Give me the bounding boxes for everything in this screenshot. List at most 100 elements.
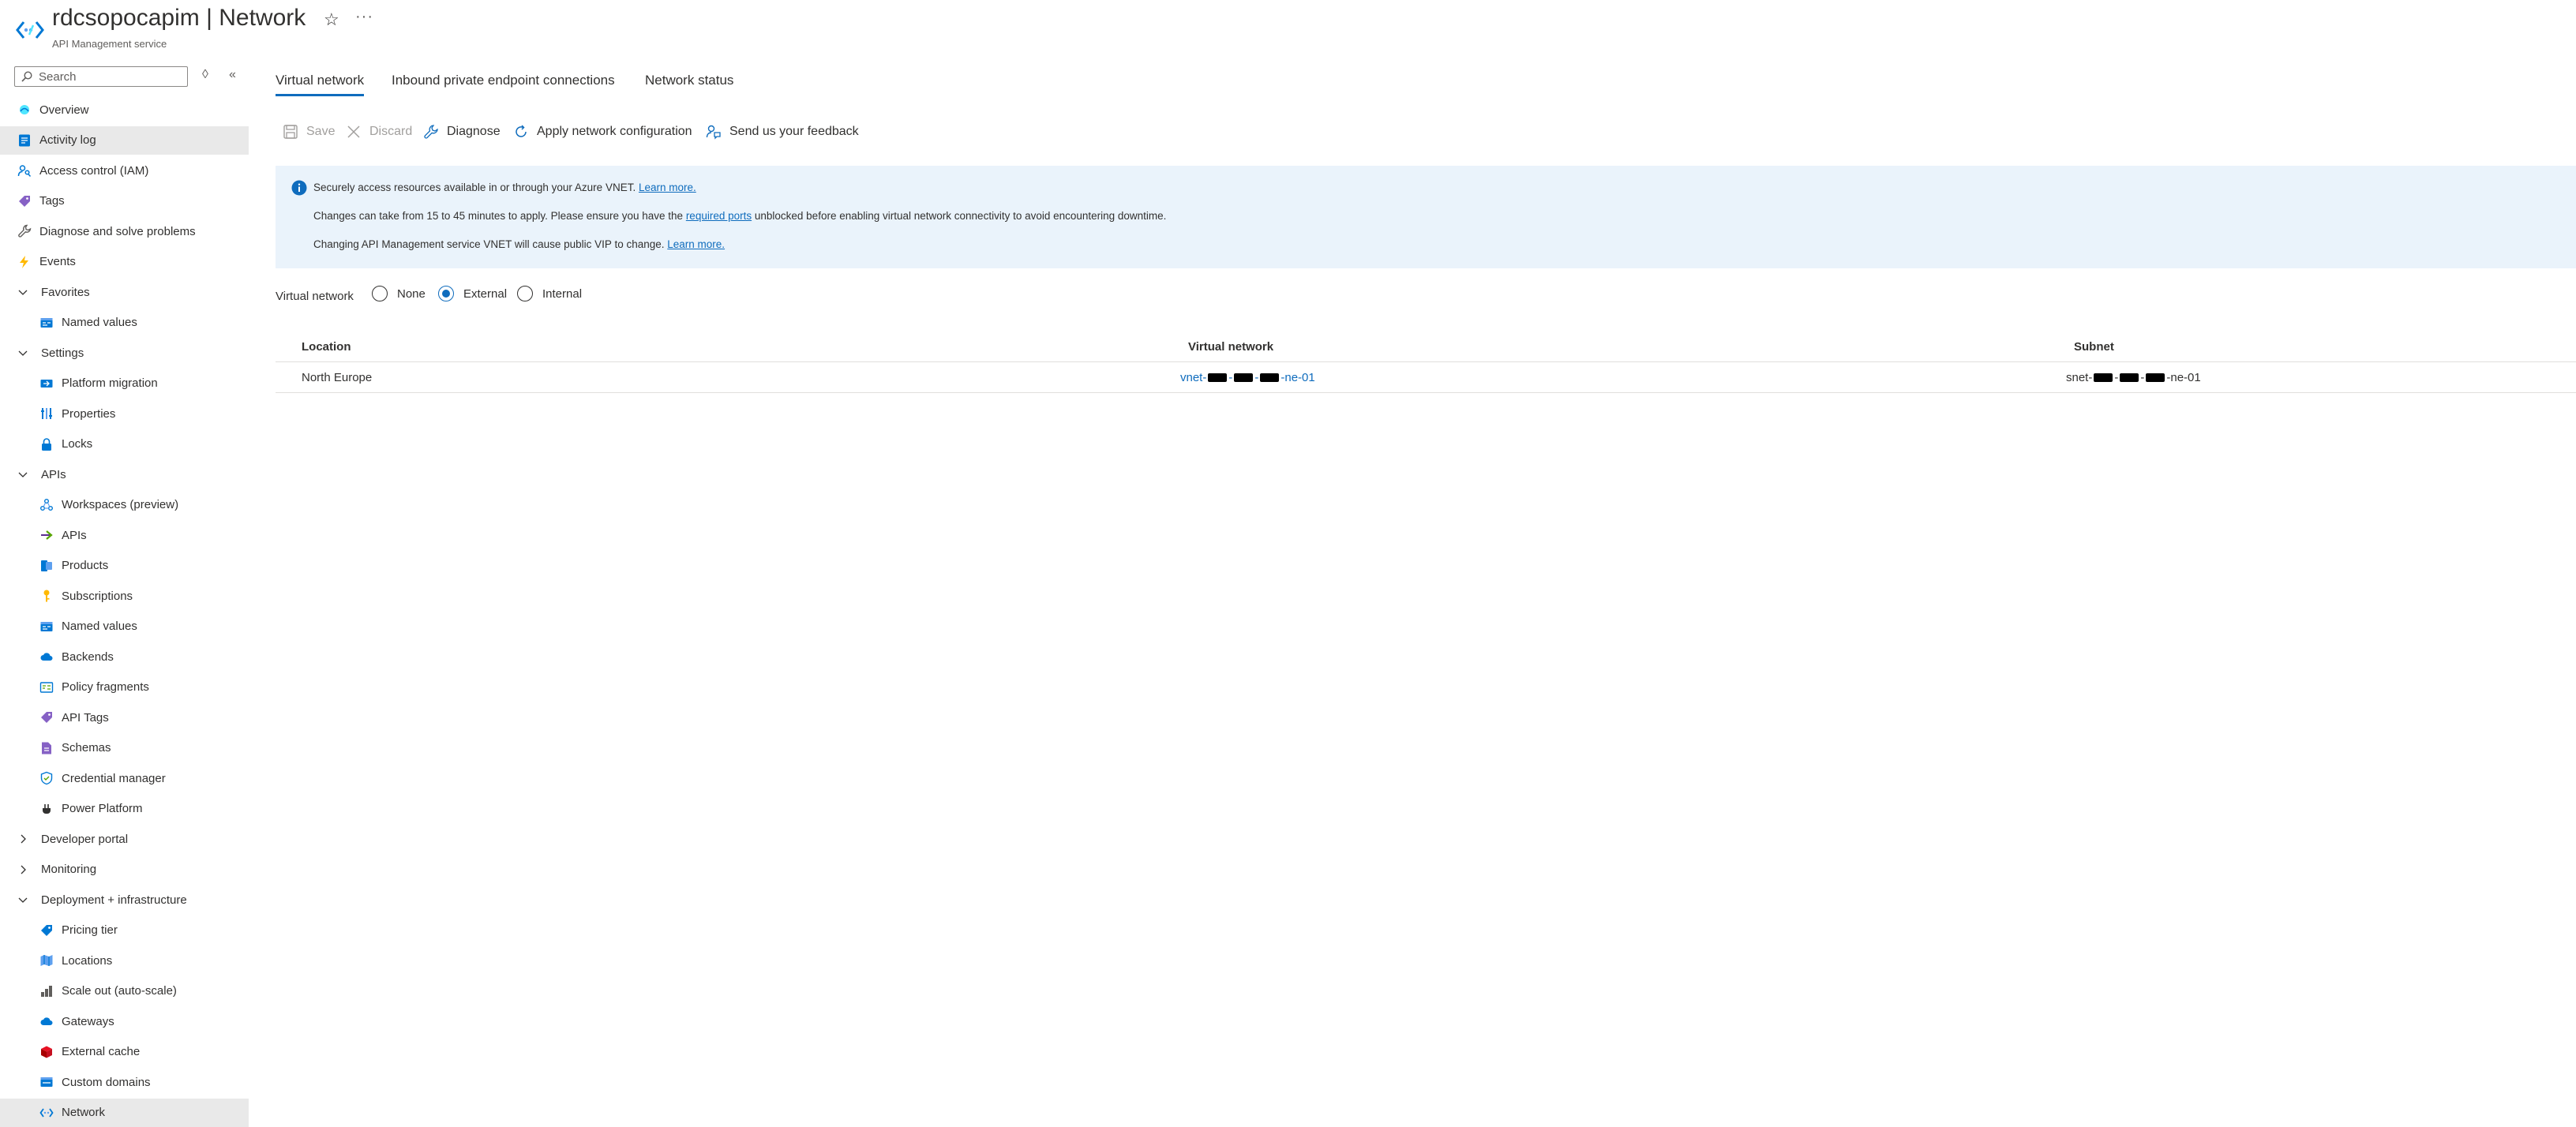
chevron-down-icon[interactable] xyxy=(17,347,28,358)
learn-more-link[interactable]: Learn more. xyxy=(639,182,696,193)
tab-inbound-private-endpoint-connections[interactable]: Inbound private endpoint connections xyxy=(392,73,615,96)
cloud-icon xyxy=(39,1014,54,1028)
sidebar-group-settings[interactable]: Settings xyxy=(0,339,249,367)
radio-none-circle[interactable] xyxy=(372,286,388,301)
scale-icon xyxy=(39,984,54,998)
chevron-right-icon[interactable] xyxy=(17,864,28,875)
sidebar-item-platform-migration[interactable]: Platform migration xyxy=(0,369,249,398)
send-feedback-button[interactable]: Send us your feedback xyxy=(706,120,859,144)
required-ports-link[interactable]: required ports xyxy=(686,210,752,222)
radio-external[interactable]: External xyxy=(438,286,507,301)
products-icon xyxy=(39,559,54,573)
radio-none[interactable]: None xyxy=(372,286,426,301)
overview-icon xyxy=(17,103,32,117)
key-icon xyxy=(39,589,54,603)
sidebar-item-custom-domains[interactable]: Custom domains xyxy=(0,1068,249,1096)
named-values-icon xyxy=(39,316,54,330)
sidebar-item-label: API Tags xyxy=(62,710,109,724)
map-icon xyxy=(39,953,54,968)
redacted-block xyxy=(1260,373,1280,382)
sidebar-item-locks[interactable]: Locks xyxy=(0,430,249,459)
sidebar-item-label: Events xyxy=(39,255,76,268)
sidebar-item-pricing-tier[interactable]: Pricing tier xyxy=(0,916,249,945)
sidebar-item-products[interactable]: Products xyxy=(0,552,249,580)
sidebar-item-named-values[interactable]: Named values xyxy=(0,309,249,337)
favorite-star-icon[interactable]: ☆ xyxy=(324,9,339,30)
sidebar-group-deployment-infrastructure[interactable]: Deployment + infrastructure xyxy=(0,886,249,914)
diagnose-button[interactable]: Diagnose xyxy=(423,120,501,144)
cloud-icon xyxy=(39,650,54,664)
collapse-sidebar-icon[interactable]: « xyxy=(229,68,236,82)
info-line-vnet-access: Securely access resources available in o… xyxy=(313,182,696,193)
sidebar-item-activity-log[interactable]: Activity log xyxy=(0,125,249,155)
sidebar-item-events[interactable]: Events xyxy=(0,248,249,276)
sidebar-item-apis[interactable]: APIs xyxy=(0,521,249,549)
sidebar-item-credential-manager[interactable]: Credential manager xyxy=(0,764,249,792)
sidebar-item-label: Policy fragments xyxy=(62,680,149,694)
expand-collapse-icon[interactable]: ◊ xyxy=(202,68,208,82)
sidebar-item-backends[interactable]: Backends xyxy=(0,642,249,671)
radio-external-circle[interactable] xyxy=(438,286,454,301)
sidebar-group-apis[interactable]: APIs xyxy=(0,460,249,489)
sidebar-item-label: Favorites xyxy=(41,285,90,299)
platform-migration-icon xyxy=(39,376,54,391)
network-table: Location Virtual network Subnet North Eu… xyxy=(276,331,2576,393)
learn-more-link-vip[interactable]: Learn more. xyxy=(667,238,725,250)
chevron-down-icon[interactable] xyxy=(17,894,28,905)
radio-internal-circle[interactable] xyxy=(517,286,533,301)
sidebar-item-tags[interactable]: Tags xyxy=(0,187,249,215)
chevron-down-icon[interactable] xyxy=(17,469,28,480)
sidebar-item-overview[interactable]: Overview xyxy=(0,95,249,124)
sidebar-item-external-cache[interactable]: External cache xyxy=(0,1038,249,1066)
feedback-icon xyxy=(706,125,721,140)
sidebar-item-properties[interactable]: Properties xyxy=(0,399,249,428)
tag-icon xyxy=(17,194,32,208)
radio-internal[interactable]: Internal xyxy=(517,286,582,301)
search-input[interactable] xyxy=(37,69,182,84)
sidebar-item-label: Workspaces (preview) xyxy=(62,498,179,511)
subnet-cell: snet- - - -ne-01 xyxy=(2066,370,2201,384)
sidebar-item-network[interactable]: Network xyxy=(0,1098,249,1127)
virtual-network-link[interactable]: vnet- - - -ne-01 xyxy=(1180,362,1315,392)
save-button[interactable]: Save xyxy=(283,120,335,144)
cache-icon xyxy=(39,1045,54,1059)
sidebar-item-label: Subscriptions xyxy=(62,589,133,603)
sidebar-group-favorites[interactable]: Favorites xyxy=(0,278,249,306)
sidebar-item-locations[interactable]: Locations xyxy=(0,946,249,975)
chevron-down-icon[interactable] xyxy=(17,286,28,298)
sidebar-item-diagnose-and-solve-problems[interactable]: Diagnose and solve problems xyxy=(0,217,249,245)
search-box[interactable] xyxy=(14,66,188,87)
sidebar-item-label: Deployment + infrastructure xyxy=(41,893,187,907)
workspaces-icon xyxy=(39,498,54,512)
sidebar-item-access-control-iam[interactable]: Access control (IAM) xyxy=(0,156,249,185)
sidebar-item-policy-fragments[interactable]: Policy fragments xyxy=(0,673,249,702)
activity-log-icon xyxy=(17,133,32,148)
wrench-icon xyxy=(17,224,32,238)
sidebar-item-named-values[interactable]: Named values xyxy=(0,612,249,641)
sidebar-group-monitoring[interactable]: Monitoring xyxy=(0,856,249,884)
chevron-right-icon[interactable] xyxy=(17,833,28,844)
sidebar-item-workspaces-preview[interactable]: Workspaces (preview) xyxy=(0,491,249,519)
sidebar-item-gateways[interactable]: Gateways xyxy=(0,1007,249,1035)
sidebar-item-api-tags[interactable]: API Tags xyxy=(0,703,249,732)
apply-network-configuration-button[interactable]: Apply network configuration xyxy=(513,120,692,144)
sidebar-item-label: Custom domains xyxy=(62,1075,151,1089)
tab-network-status[interactable]: Network status xyxy=(645,73,733,96)
redacted-block xyxy=(1234,373,1254,382)
more-options-icon[interactable]: ··· xyxy=(355,8,373,26)
sidebar-item-label: Named values xyxy=(62,620,137,633)
sidebar-item-subscriptions[interactable]: Subscriptions xyxy=(0,582,249,610)
discard-button[interactable]: Discard xyxy=(346,120,412,144)
close-icon xyxy=(347,125,360,138)
sidebar-item-label: Overview xyxy=(39,103,89,117)
sidebar-item-label: Access control (IAM) xyxy=(39,163,149,178)
sidebar-item-label: Platform migration xyxy=(62,376,158,390)
sidebar-group-developer-portal[interactable]: Developer portal xyxy=(0,825,249,853)
sidebar-item-schemas[interactable]: Schemas xyxy=(0,734,249,762)
sidebar-item-scale-out-auto-scale[interactable]: Scale out (auto-scale) xyxy=(0,977,249,1005)
sidebar-item-power-platform[interactable]: Power Platform xyxy=(0,795,249,823)
column-header-virtual-network: Virtual network xyxy=(1188,339,1274,354)
sidebar-item-label: Schemas xyxy=(62,741,111,754)
tab-virtual-network[interactable]: Virtual network xyxy=(276,73,365,96)
table-row: North Europe vnet- - - -ne-01 snet- - - -ne-01 xyxy=(276,362,2576,393)
